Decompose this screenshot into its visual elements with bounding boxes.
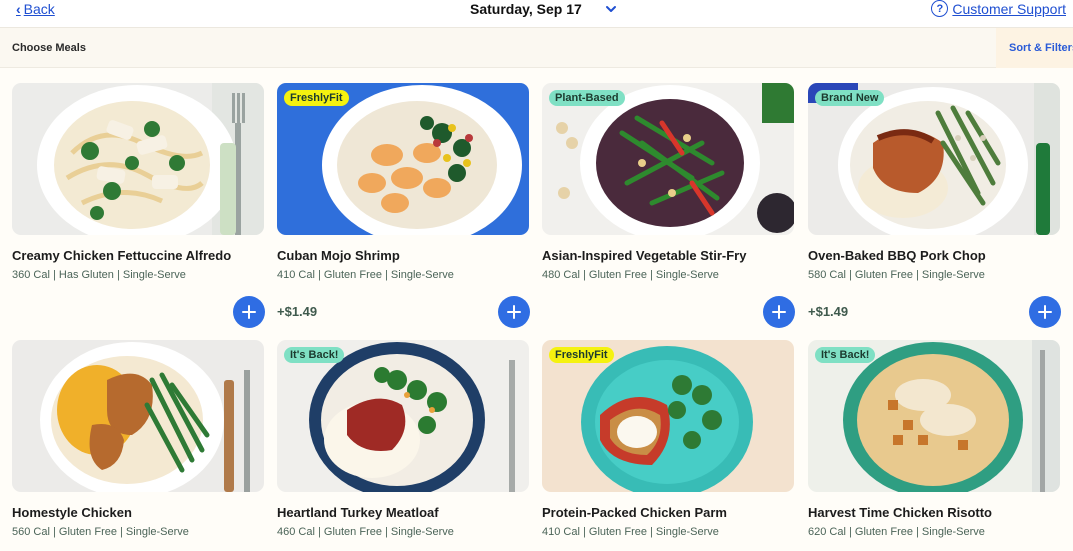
plus-icon bbox=[772, 305, 786, 319]
meal-meta: 620 Cal | Gluten Free | Single-Serve bbox=[808, 526, 985, 538]
add-meal-button[interactable] bbox=[763, 296, 795, 328]
back-link[interactable]: ‹ Back bbox=[16, 1, 55, 17]
meal-badge: Plant-Based bbox=[549, 90, 625, 106]
meal-image[interactable] bbox=[12, 83, 264, 235]
add-meal-button[interactable] bbox=[498, 296, 530, 328]
sort-filters-button[interactable]: Sort & Filters bbox=[996, 28, 1073, 68]
meal-card[interactable]: It's Back! Harvest Time Chicken Risotto … bbox=[808, 340, 1060, 538]
meal-name[interactable]: Cuban Mojo Shrimp bbox=[277, 248, 400, 263]
meal-upcharge: +$1.49 bbox=[808, 304, 849, 319]
meal-name[interactable]: Homestyle Chicken bbox=[12, 505, 132, 520]
meal-card[interactable]: FreshlyFit Cuban Mojo Shrimp 410 Cal | G… bbox=[277, 83, 530, 328]
meal-name[interactable]: Protein-Packed Chicken Parm bbox=[542, 505, 727, 520]
customer-support-label: Customer Support bbox=[952, 0, 1066, 17]
meal-badge: It's Back! bbox=[284, 347, 345, 363]
plus-icon bbox=[242, 305, 256, 319]
meal-meta: 410 Cal | Gluten Free | Single-Serve bbox=[542, 526, 719, 538]
page-title: Choose Meals bbox=[12, 42, 86, 54]
meal-image[interactable]: Plant-Based bbox=[542, 83, 794, 235]
top-header: ‹ Back Saturday, Sep 17 ? Customer Suppo… bbox=[0, 0, 1073, 28]
meal-badge: It's Back! bbox=[815, 347, 876, 363]
meal-name[interactable]: Oven-Baked BBQ Pork Chop bbox=[808, 248, 986, 263]
meal-image[interactable]: FreshlyFit bbox=[542, 340, 794, 492]
chevron-left-icon: ‹ bbox=[16, 1, 21, 17]
meal-image[interactable]: FreshlyFit bbox=[277, 83, 529, 235]
plus-icon bbox=[1038, 305, 1052, 319]
back-label: Back bbox=[23, 1, 55, 17]
meal-image[interactable]: Brand New bbox=[808, 83, 1060, 235]
meal-meta: 560 Cal | Gluten Free | Single-Serve bbox=[12, 526, 189, 538]
meal-meta: 580 Cal | Gluten Free | Single-Serve bbox=[808, 269, 985, 281]
meal-meta: 360 Cal | Has Gluten | Single-Serve bbox=[12, 269, 186, 281]
customer-support-link[interactable]: ? Customer Support bbox=[931, 0, 1066, 17]
meal-badge: FreshlyFit bbox=[284, 90, 349, 106]
date-selector[interactable]: Saturday, Sep 17 bbox=[470, 1, 618, 17]
meal-image[interactable]: It's Back! bbox=[808, 340, 1060, 492]
help-icon: ? bbox=[931, 0, 949, 17]
meal-name[interactable]: Asian-Inspired Vegetable Stir-Fry bbox=[542, 248, 746, 263]
meal-name[interactable]: Harvest Time Chicken Risotto bbox=[808, 505, 992, 520]
meal-name[interactable]: Creamy Chicken Fettuccine Alfredo bbox=[12, 248, 231, 263]
meal-badge: FreshlyFit bbox=[549, 347, 614, 363]
subheader: Choose Meals Sort & Filters bbox=[0, 28, 1073, 68]
add-meal-button[interactable] bbox=[233, 296, 265, 328]
meal-card[interactable]: It's Back! Heartland Turkey Meatloaf 460… bbox=[277, 340, 529, 538]
meal-upcharge: +$1.49 bbox=[277, 304, 318, 319]
meal-image[interactable] bbox=[12, 340, 264, 492]
meal-image[interactable]: It's Back! bbox=[277, 340, 529, 492]
meal-meta: 410 Cal | Gluten Free | Single-Serve bbox=[277, 269, 454, 281]
meal-name[interactable]: Heartland Turkey Meatloaf bbox=[277, 505, 439, 520]
plus-icon bbox=[507, 305, 521, 319]
chevron-down-icon[interactable] bbox=[604, 2, 618, 16]
meal-card[interactable]: Plant-Based Asian-Inspired Vegetable Sti… bbox=[542, 83, 795, 328]
meal-card[interactable]: Brand New Oven-Baked BBQ Pork Chop 580 C… bbox=[808, 83, 1061, 328]
meal-badge: Brand New bbox=[815, 90, 885, 106]
meal-card[interactable]: Homestyle Chicken 560 Cal | Gluten Free … bbox=[12, 340, 264, 538]
meal-meta: 480 Cal | Gluten Free | Single-Serve bbox=[542, 269, 719, 281]
meal-card[interactable]: Creamy Chicken Fettuccine Alfredo 360 Ca… bbox=[12, 83, 265, 328]
meal-card[interactable]: FreshlyFit Protein-Packed Chicken Parm 4… bbox=[542, 340, 794, 538]
add-meal-button[interactable] bbox=[1029, 296, 1061, 328]
date-title: Saturday, Sep 17 bbox=[470, 1, 582, 17]
meal-meta: 460 Cal | Gluten Free | Single-Serve bbox=[277, 526, 454, 538]
